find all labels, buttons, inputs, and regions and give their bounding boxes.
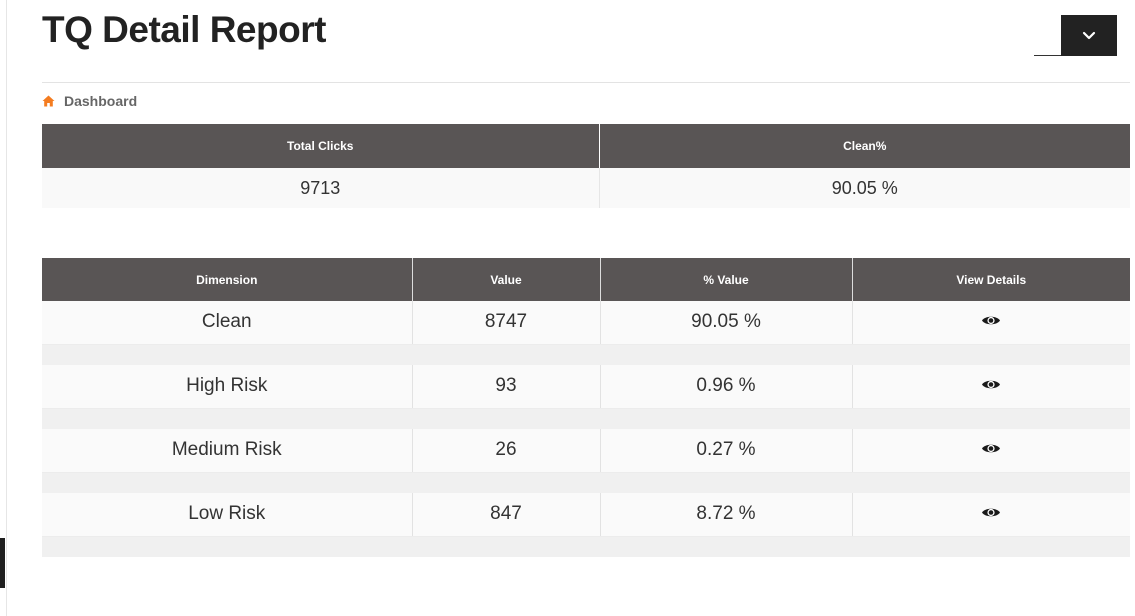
value-cell: 26 bbox=[412, 429, 601, 473]
percent-cell: 0.96 % bbox=[600, 365, 853, 409]
view-details-button[interactable] bbox=[852, 301, 1130, 345]
table-row: Clean 8747 90.05 % bbox=[42, 301, 1130, 345]
summary-header-total-clicks: Total Clicks bbox=[42, 124, 600, 168]
header-percent-value: % Value bbox=[600, 258, 853, 301]
view-details-button[interactable] bbox=[852, 493, 1130, 537]
dimension-table: Dimension Value % Value View Details Cle… bbox=[42, 258, 1130, 557]
dimension-header-row: Dimension Value % Value View Details bbox=[42, 258, 1130, 301]
summary-table: Total Clicks Clean% 9713 90.05 % bbox=[42, 124, 1130, 208]
clean-percent-value: 90.05 % bbox=[599, 168, 1130, 208]
eye-icon[interactable] bbox=[981, 506, 1001, 519]
table-row: Low Risk 847 8.72 % bbox=[42, 493, 1130, 537]
percent-cell: 8.72 % bbox=[600, 493, 853, 537]
value-cell: 93 bbox=[412, 365, 601, 409]
summary-value-row: 9713 90.05 % bbox=[42, 168, 1130, 208]
table-row: High Risk 93 0.96 % bbox=[42, 365, 1130, 409]
header-value: Value bbox=[412, 258, 601, 301]
total-clicks-value: 9713 bbox=[42, 168, 600, 208]
view-details-button[interactable] bbox=[852, 365, 1130, 409]
row-spacer bbox=[42, 472, 1130, 493]
view-details-button[interactable] bbox=[852, 429, 1130, 473]
page-title: TQ Detail Report bbox=[42, 9, 326, 50]
table-row: Medium Risk 26 0.27 % bbox=[42, 429, 1130, 473]
report-page: TQ Detail Report Dashboard Total Clicks … bbox=[0, 0, 1135, 616]
summary-header-clean-percent: Clean% bbox=[599, 124, 1130, 168]
dimension-cell: Low Risk bbox=[42, 493, 413, 537]
sidebar-toggle-tab[interactable] bbox=[0, 538, 5, 588]
left-divider bbox=[6, 0, 7, 616]
toggle-underline bbox=[1034, 55, 1064, 56]
header-divider bbox=[42, 82, 1130, 83]
header-dimension: Dimension bbox=[42, 258, 413, 301]
summary-header-row: Total Clicks Clean% bbox=[42, 124, 1130, 168]
row-spacer bbox=[42, 344, 1130, 365]
value-cell: 8747 bbox=[412, 301, 601, 345]
home-icon[interactable] bbox=[42, 95, 55, 107]
dropdown-toggle-button[interactable] bbox=[1061, 15, 1117, 56]
header-view-details: View Details bbox=[852, 258, 1130, 301]
value-cell: 847 bbox=[412, 493, 601, 537]
percent-cell: 0.27 % bbox=[600, 429, 853, 473]
eye-icon[interactable] bbox=[981, 442, 1001, 455]
breadcrumb-dashboard-link[interactable]: Dashboard bbox=[64, 93, 137, 109]
breadcrumb: Dashboard bbox=[42, 93, 137, 109]
header-dropdown bbox=[1034, 15, 1117, 56]
eye-icon[interactable] bbox=[981, 314, 1001, 327]
dimension-cell: High Risk bbox=[42, 365, 413, 409]
dimension-cell: Clean bbox=[42, 301, 413, 345]
chevron-down-icon bbox=[1082, 31, 1096, 39]
dimension-cell: Medium Risk bbox=[42, 429, 413, 473]
row-spacer bbox=[42, 536, 1130, 557]
percent-cell: 90.05 % bbox=[600, 301, 853, 345]
eye-icon[interactable] bbox=[981, 378, 1001, 391]
row-spacer bbox=[42, 408, 1130, 429]
